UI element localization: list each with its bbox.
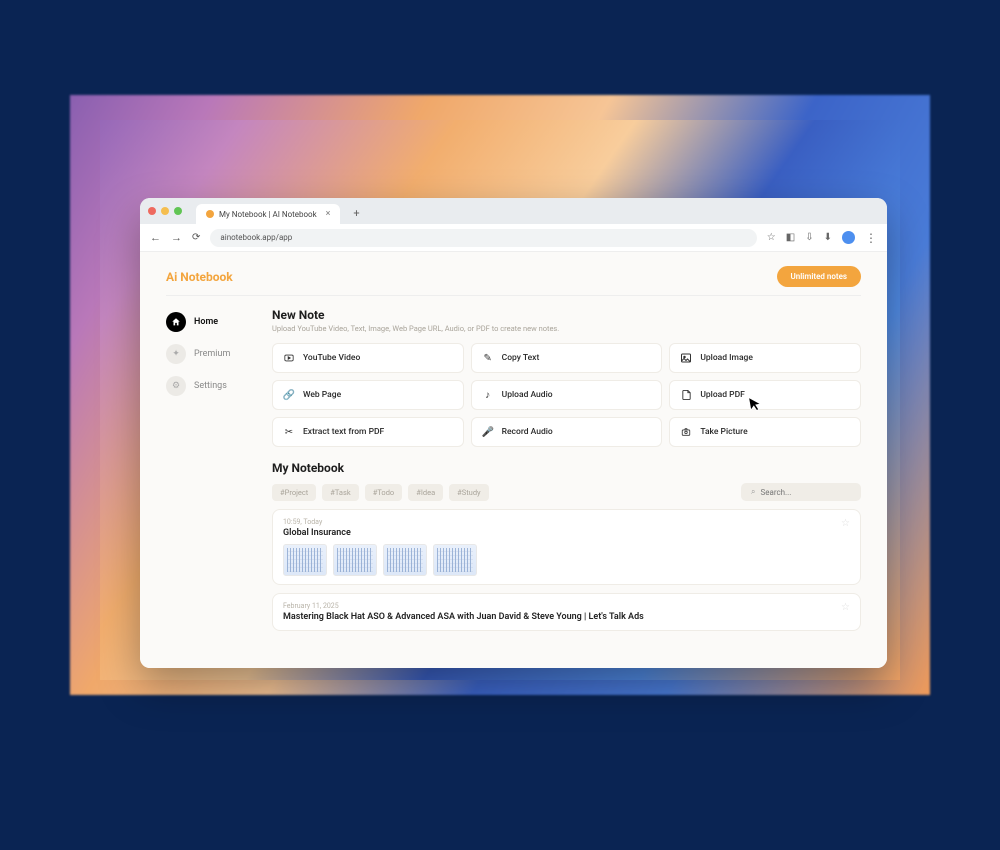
card-upload-audio[interactable]: ♪ Upload Audio: [471, 380, 663, 410]
card-upload-image[interactable]: Upload Image: [669, 343, 861, 373]
sidebar: Home ✦ Premium ⚙ Settings: [166, 308, 254, 631]
card-label: Record Audio: [502, 427, 553, 437]
star-icon[interactable]: ☆: [767, 232, 776, 243]
forward-button[interactable]: →: [171, 231, 182, 244]
back-button[interactable]: ←: [150, 231, 161, 244]
sidebar-item-label: Premium: [194, 349, 230, 359]
search-box[interactable]: ⌕: [741, 483, 861, 501]
chart-thumb: [383, 544, 427, 576]
reload-button[interactable]: ⟳: [192, 232, 200, 243]
brand-logo: Ai Notebook: [166, 270, 233, 284]
image-icon: [680, 352, 692, 364]
browser-tab[interactable]: My Notebook | AI Notebook ×: [196, 204, 340, 224]
card-copy-text[interactable]: ✎ Copy Text: [471, 343, 663, 373]
tag-chip[interactable]: #Task: [322, 484, 358, 501]
entry-title: Mastering Black Hat ASO & Advanced ASA w…: [283, 612, 850, 622]
chart-thumb: [283, 544, 327, 576]
audio-icon: ♪: [482, 389, 494, 401]
tag-chip[interactable]: #Idea: [408, 484, 443, 501]
new-tab-button[interactable]: +: [348, 205, 364, 221]
camera-icon: [680, 426, 692, 438]
close-window-icon[interactable]: [148, 207, 156, 215]
url-text: ainotebook.app/app: [220, 233, 292, 242]
pdf-icon: [680, 389, 692, 401]
card-extract-text-pdf[interactable]: ✂ Extract text from PDF: [272, 417, 464, 447]
app-body: Ai Notebook Unlimited notes Home ✦ Premi…: [140, 252, 887, 668]
card-label: Upload Audio: [502, 390, 553, 400]
filter-row: #Project #Task #Todo #Idea #Study ⌕: [272, 483, 861, 501]
card-label: Take Picture: [700, 427, 747, 437]
card-take-picture[interactable]: Take Picture: [669, 417, 861, 447]
pencil-icon: ✎: [482, 352, 494, 364]
card-youtube-video[interactable]: YouTube Video: [272, 343, 464, 373]
card-label: Copy Text: [502, 353, 540, 363]
entry-timestamp: February 11, 2025: [283, 602, 850, 610]
search-input[interactable]: [760, 488, 870, 497]
tag-chip[interactable]: #Project: [272, 484, 316, 501]
browser-toolbar: ← → ⟳ ainotebook.app/app ☆ ◧ ⇩ ⬇ ⋮: [140, 224, 887, 252]
card-label: Upload PDF: [700, 390, 744, 400]
browser-tab-strip: My Notebook | AI Notebook × +: [140, 198, 887, 224]
link-icon: 🔗: [283, 389, 295, 401]
new-note-grid: YouTube Video ✎ Copy Text Upload Image 🔗…: [272, 343, 861, 447]
gear-icon: ⚙: [166, 376, 186, 396]
address-bar[interactable]: ainotebook.app/app: [210, 229, 756, 247]
entry-thumbs: [283, 544, 850, 576]
mic-icon: 🎤: [482, 426, 494, 438]
card-upload-pdf[interactable]: Upload PDF: [669, 380, 861, 410]
youtube-icon: [283, 352, 295, 364]
card-web-page[interactable]: 🔗 Web Page: [272, 380, 464, 410]
cursor-icon: [747, 394, 765, 413]
sparkle-icon: ✦: [166, 344, 186, 364]
sidebar-item-premium[interactable]: ✦ Premium: [166, 344, 254, 364]
browser-menu-icon[interactable]: ⋮: [865, 232, 877, 244]
app-header: Ai Notebook Unlimited notes: [166, 262, 861, 296]
favorite-star-icon[interactable]: ☆: [841, 518, 850, 529]
card-label: YouTube Video: [303, 353, 360, 363]
download-icon[interactable]: ⇩: [805, 232, 813, 243]
unlimited-notes-button[interactable]: Unlimited notes: [777, 266, 862, 287]
note-entry[interactable]: ☆ February 11, 2025 Mastering Black Hat …: [272, 593, 861, 631]
new-note-title: New Note: [272, 308, 861, 322]
chart-thumb: [333, 544, 377, 576]
my-notebook-title: My Notebook: [272, 461, 861, 475]
favorite-star-icon[interactable]: ☆: [841, 602, 850, 613]
card-label: Upload Image: [700, 353, 753, 363]
chart-thumb: [433, 544, 477, 576]
entry-timestamp: 10:59, Today: [283, 518, 850, 526]
sidebar-item-label: Home: [194, 317, 218, 327]
profile-avatar[interactable]: [842, 231, 855, 244]
extension-icon[interactable]: ◧: [786, 232, 795, 243]
home-icon: [166, 312, 186, 332]
card-record-audio[interactable]: 🎤 Record Audio: [471, 417, 663, 447]
close-tab-icon[interactable]: ×: [326, 209, 331, 219]
main-content: New Note Upload YouTube Video, Text, Ima…: [272, 308, 861, 631]
window-controls: [148, 207, 182, 215]
card-label: Web Page: [303, 390, 341, 400]
favicon-icon: [206, 210, 214, 218]
browser-window: My Notebook | AI Notebook × + ← → ⟳ aino…: [140, 198, 887, 668]
tag-chip[interactable]: #Study: [449, 484, 488, 501]
sidebar-item-home[interactable]: Home: [166, 312, 254, 332]
minimize-window-icon[interactable]: [161, 207, 169, 215]
sidebar-item-label: Settings: [194, 381, 227, 391]
tab-title: My Notebook | AI Notebook: [219, 210, 317, 219]
extract-icon: ✂: [283, 426, 295, 438]
search-icon: ⌕: [751, 487, 755, 497]
sidebar-item-settings[interactable]: ⚙ Settings: [166, 376, 254, 396]
entry-title: Global Insurance: [283, 528, 850, 538]
note-entry[interactable]: ☆ 10:59, Today Global Insurance: [272, 509, 861, 585]
download2-icon[interactable]: ⬇: [824, 232, 832, 243]
new-note-subtitle: Upload YouTube Video, Text, Image, Web P…: [272, 324, 861, 333]
tag-chip[interactable]: #Todo: [365, 484, 403, 501]
card-label: Extract text from PDF: [303, 427, 384, 437]
maximize-window-icon[interactable]: [174, 207, 182, 215]
